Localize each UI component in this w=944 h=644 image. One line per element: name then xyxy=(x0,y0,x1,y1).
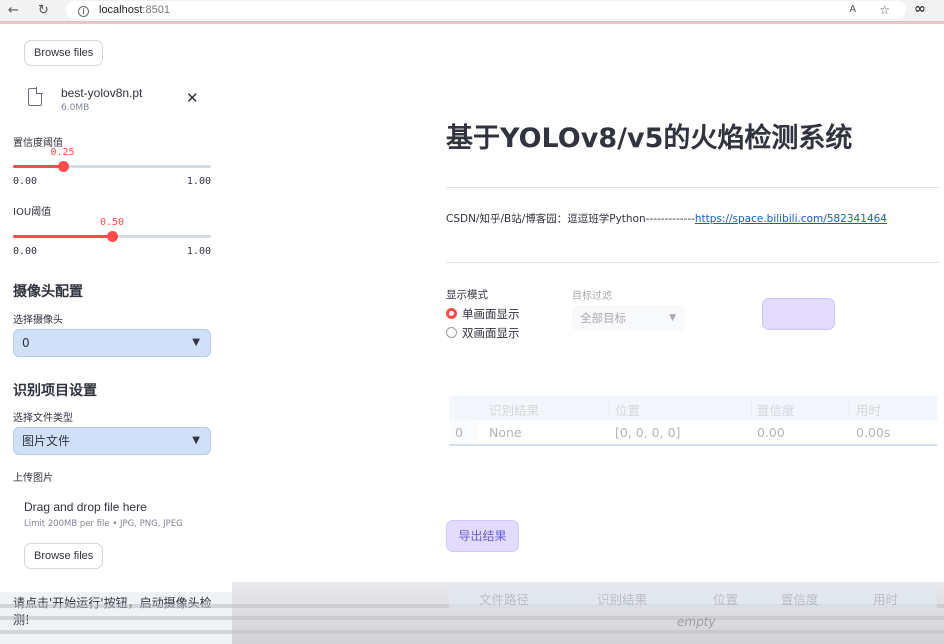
uploaded-file: best-yolov8n.pt 6.0MB ✕ xyxy=(28,86,208,118)
project-settings-heading: 识别项目设置 xyxy=(13,383,97,399)
col-header-confidence: 置信度 xyxy=(757,403,795,418)
back-icon[interactable]: ← xyxy=(8,2,19,20)
slider-max: 1.00 xyxy=(186,176,211,187)
camera-select[interactable]: 0 ▼ xyxy=(13,329,211,357)
browser-toolbar: ← ↻ i localhost:8501 A ☆ ∞ xyxy=(0,0,944,22)
radio-single-label: 单画面显示 xyxy=(462,307,520,321)
browse-files-button-model[interactable]: Browse files xyxy=(24,40,104,66)
radio-selected-icon xyxy=(446,308,457,319)
radio-single-view[interactable]: 单画面显示 xyxy=(446,306,520,322)
bilibili-link[interactable]: https://space.bilibili.com/582341464 xyxy=(695,213,887,225)
remove-file-icon[interactable]: ✕ xyxy=(186,89,199,107)
col-header-position: 位置 xyxy=(615,403,641,418)
overlay-stripe xyxy=(0,604,944,608)
col-header-result: 识别结果 xyxy=(489,403,540,418)
file-name: best-yolov8n.pt xyxy=(61,86,143,100)
camera-config-heading: 摄像头配置 xyxy=(13,284,83,300)
drop-zone-limit: Limit 200MB per file • JPG, PNG, JPEG xyxy=(24,519,183,529)
col-header-time: 用时 xyxy=(856,403,882,418)
slider-min: 0.00 xyxy=(13,176,38,187)
browse-files-button-image[interactable]: Browse files xyxy=(24,543,104,569)
url-host: localhost xyxy=(99,4,143,16)
run-button[interactable] xyxy=(762,298,835,330)
slider-max: 1.00 xyxy=(186,246,211,257)
camera-select-label: 选择摄像头 xyxy=(13,315,63,326)
slider-min: 0.00 xyxy=(13,246,38,257)
row-index-cell xyxy=(449,420,479,444)
extension-icon[interactable]: ∞ xyxy=(914,1,926,17)
slider-thumb[interactable] xyxy=(107,231,118,242)
table-header: 识别结果 位置 置信度 用时 xyxy=(449,396,937,420)
column-divider xyxy=(849,399,850,417)
chevron-down-icon: ▼ xyxy=(192,337,200,348)
main-content: 基于YOLOv8/v5的火焰检测系统 CSDN/知乎/B站/博客园：逗逗班学Py… xyxy=(232,24,944,644)
file-icon xyxy=(28,87,43,106)
slider-value: 0.50 xyxy=(99,217,125,228)
chevron-down-icon: ▼ xyxy=(669,313,676,323)
file-size: 6.0MB xyxy=(61,103,90,113)
column-divider xyxy=(751,399,752,417)
conf-threshold-slider[interactable]: 0.25 0.00 1.00 xyxy=(13,147,211,191)
slider-fill xyxy=(13,165,63,168)
overlay-stripe xyxy=(0,630,944,634)
radio-unselected-icon xyxy=(446,327,457,338)
target-filter-select[interactable]: 全部目标 ▼ xyxy=(572,305,685,331)
iou-threshold-slider[interactable]: 0.50 0.00 1.00 xyxy=(13,217,211,261)
slider-thumb[interactable] xyxy=(57,161,69,172)
url-port: :8501 xyxy=(142,4,170,16)
slider-value: 0.25 xyxy=(50,147,75,158)
divider xyxy=(446,262,940,263)
page-title: 基于YOLOv8/v5的火焰检测系统 xyxy=(446,123,853,154)
reload-icon[interactable]: ↻ xyxy=(38,2,49,20)
site-info-icon[interactable]: i xyxy=(78,6,89,17)
slider-fill xyxy=(13,235,112,238)
read-aloud-icon[interactable]: A xyxy=(849,1,856,19)
credit-line: CSDN/知乎/B站/博客园：逗逗班学Python-------------ht… xyxy=(446,211,887,226)
loading-overlay-band xyxy=(232,582,944,644)
favorite-star-icon[interactable]: ☆ xyxy=(879,1,890,19)
display-mode-label: 显示模式 xyxy=(446,289,488,301)
target-filter-value: 全部目标 xyxy=(580,311,626,325)
credit-text: CSDN/知乎/B站/博客园：逗逗班学Python------------- xyxy=(446,213,695,225)
upload-image-label: 上传图片 xyxy=(13,473,53,484)
address-bar[interactable]: i localhost:8501 A ☆ xyxy=(66,1,906,19)
file-type-label: 选择文件类型 xyxy=(13,413,73,424)
export-results-button[interactable]: 导出结果 xyxy=(446,520,519,552)
iou-threshold-label: IOU阈值 xyxy=(13,207,52,218)
divider xyxy=(446,187,940,188)
camera-select-value: 0 xyxy=(22,336,30,350)
cell-time: 0.00s xyxy=(856,425,891,440)
radio-dual-view[interactable]: 双画面显示 xyxy=(446,325,520,341)
file-type-select[interactable]: 图片文件 ▼ xyxy=(13,427,211,455)
cell-confidence: 0.00 xyxy=(757,425,785,440)
file-type-value: 图片文件 xyxy=(22,434,71,448)
radio-dual-label: 双画面显示 xyxy=(462,326,520,340)
cell-position: [0, 0, 0, 0] xyxy=(615,425,681,440)
column-divider xyxy=(609,399,610,417)
cell-result: None xyxy=(489,425,522,440)
chevron-down-icon: ▼ xyxy=(192,435,200,446)
overlay-stripe xyxy=(0,616,944,620)
target-filter-label: 目标过滤 xyxy=(572,291,612,302)
results-table: 识别结果 位置 置信度 用时 0 None [0, 0, 0, 0] 0.00 … xyxy=(449,396,937,446)
row-index: 0 xyxy=(455,425,463,440)
drop-zone-title[interactable]: Drag and drop file here xyxy=(24,500,147,514)
table-row[interactable]: 0 None [0, 0, 0, 0] 0.00 0.00s xyxy=(449,420,937,446)
sidebar: Browse files best-yolov8n.pt 6.0MB ✕ 置信度… xyxy=(0,24,232,644)
